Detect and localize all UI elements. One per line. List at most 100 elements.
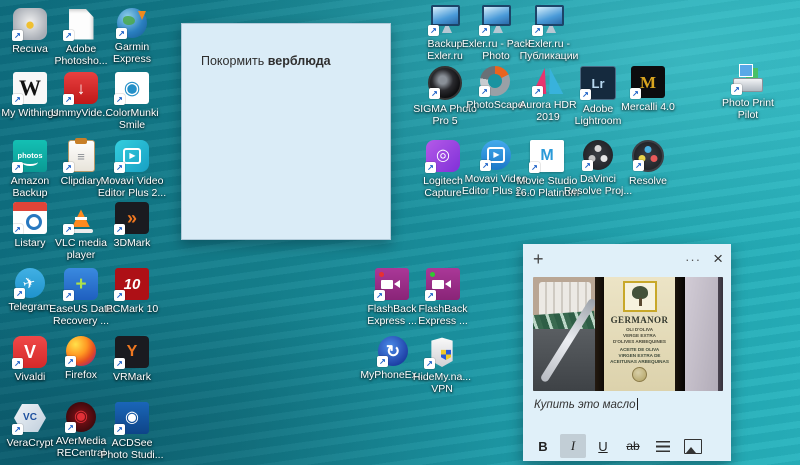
close-button[interactable]: ×	[713, 249, 723, 269]
desktop-icon-resolve[interactable]: ↗ Resolve	[610, 140, 686, 187]
photo-bottle: GERMANOR OLI D'OLIVA VERGE EXTRA D'OLIVE…	[595, 277, 685, 391]
desktop-icon-colormunki-smile[interactable]: ◉↗ ColorMunki Smile	[94, 72, 170, 132]
bottle-seal-icon	[632, 367, 647, 382]
desktop-icon-3dmark[interactable]: »↗ 3DMark	[94, 202, 170, 249]
shortcut-arrow-icon: ↗	[114, 224, 125, 235]
shortcut-arrow-icon: ↗	[479, 86, 490, 97]
icon-label: 3DMark	[94, 237, 170, 249]
underline-button[interactable]: U	[590, 434, 616, 458]
shortcut-arrow-icon: ↗	[114, 358, 125, 369]
desktop-icon-garmin-express[interactable]: ↗ Garmin Express	[94, 8, 170, 66]
icon-label: HideMy.na... VPN	[404, 371, 480, 396]
record-icon: ◉↗	[66, 402, 96, 432]
vrmark-icon: Y↗	[115, 336, 149, 368]
icon-label: Photo Print Pilot	[710, 97, 786, 122]
shortcut-arrow-icon: ↗	[63, 94, 74, 105]
menu-button[interactable]: ···	[685, 252, 701, 267]
desktop-icon-mercalli[interactable]: M↗ Mercalli 4.0	[610, 66, 686, 113]
desktop-icon-hidemyname-vpn[interactable]: ↗ HideMy.na... VPN	[404, 336, 480, 396]
shortcut-arrow-icon: ↗	[65, 422, 76, 433]
shortcut-arrow-icon: ↗	[116, 28, 127, 39]
bold-button[interactable]: B	[530, 434, 556, 458]
video-camera-icon: ▶↗	[115, 140, 149, 172]
note-text-area[interactable]: Покормить верблюда	[182, 24, 390, 68]
shortcut-arrow-icon: ↗	[12, 30, 23, 41]
shortcut-arrow-icon: ↗	[731, 84, 742, 95]
olive-tree-emblem-icon	[623, 281, 657, 312]
recovery-case-icon: +↗	[64, 268, 98, 300]
shortcut-arrow-icon: ↗	[582, 160, 593, 171]
shortcut-arrow-icon: ↗	[425, 162, 436, 173]
note-text-area[interactable]: Купить это масло	[534, 398, 638, 411]
desktop-icon-flashback-express-2[interactable]: ↗ FlashBack Express ...	[405, 268, 481, 328]
desktop-icon-pcmark-10[interactable]: 10↗ PCMark 10	[94, 268, 170, 315]
shortcut-arrow-icon: ↗	[63, 224, 74, 235]
image-icon	[684, 439, 702, 454]
shortcut-arrow-icon: ↗	[529, 162, 540, 173]
sticky-note-oil[interactable]: + ··· × GERMANOR OLI D'OLIVA VERGE EXTRA…	[523, 244, 731, 461]
shortcut-arrow-icon: ↗	[12, 162, 23, 173]
desktop-icon-photo-print-pilot[interactable]: ↗ Photo Print Pilot	[710, 64, 786, 122]
movie-camera-icon: ↗	[375, 268, 409, 300]
shortcut-arrow-icon: ↗	[377, 356, 388, 367]
icon-label: PCMark 10	[94, 303, 170, 315]
shortcut-arrow-icon: ↗	[63, 162, 74, 173]
shortcut-arrow-icon: ↗	[480, 160, 491, 171]
globe-icon: ↗	[117, 8, 147, 38]
bottle-brand: GERMANOR	[611, 315, 669, 325]
3dmark-icon: »↗	[115, 202, 149, 234]
italic-button[interactable]: I	[560, 434, 586, 458]
monitor-sync-icon: ↗	[480, 5, 512, 35]
bottle-label-text-catalan: OLI D'OLIVA VERGE EXTRA D'OLIVES ARBEQUI…	[613, 327, 666, 345]
desktop-icon-acdsee[interactable]: ◉↗ ACDSee Photo Studi...	[94, 402, 170, 462]
colormunki-icon: ◉↗	[115, 72, 149, 104]
withings-icon: W↗	[13, 72, 47, 104]
bottle-label-text-spanish: ACEITE DE OLIVA VIRGEN EXTRA DE ACEITUNA…	[610, 347, 669, 365]
bottle-label: GERMANOR OLI D'OLIVA VERGE EXTRA D'OLIVE…	[604, 277, 675, 391]
amazon-photos-icon: photos↗	[13, 140, 47, 172]
bullet-list-button[interactable]	[650, 434, 676, 458]
icon-label: Movavi Video Editor Plus 2...	[94, 175, 170, 200]
shortcut-arrow-icon: ↗	[630, 88, 641, 99]
icon-label: ColorMunki Smile	[94, 107, 170, 132]
shortcut-arrow-icon: ↗	[14, 288, 25, 299]
mercalli-icon: M↗	[631, 66, 665, 98]
note-text-bold: верблюда	[268, 54, 331, 68]
shortcut-arrow-icon: ↗	[429, 88, 440, 99]
shortcut-arrow-icon: ↗	[114, 290, 125, 301]
strikethrough-button[interactable]: ab	[620, 434, 646, 458]
shortcut-arrow-icon: ↗	[12, 94, 23, 105]
note-text-regular: Покормить	[201, 54, 268, 68]
shortcut-arrow-icon: ↗	[65, 356, 76, 367]
note-header: + ··· ×	[523, 244, 731, 274]
color-clover-icon: ↗	[632, 140, 664, 172]
shutter-icon: ◉↗	[115, 402, 149, 434]
vivaldi-icon: V↗	[13, 336, 47, 368]
insert-image-button[interactable]	[680, 434, 706, 458]
traffic-cone-icon: ▲↗	[64, 202, 98, 234]
note-photo-olive-oil[interactable]: GERMANOR OLI D'OLIVA VERGE EXTRA D'OLIVE…	[533, 277, 723, 391]
shortcut-arrow-icon: ↗	[532, 25, 543, 36]
printer-icon: ↗	[732, 64, 764, 94]
photo-doorframe	[718, 277, 723, 391]
new-note-button[interactable]: +	[533, 249, 544, 270]
icon-label: Resolve	[610, 175, 686, 187]
shortcut-arrow-icon: ↗	[428, 25, 439, 36]
desktop-icon-vrmark[interactable]: Y↗ VRMark	[94, 336, 170, 383]
ring-icon: ↗	[480, 66, 510, 96]
search-window-icon: ↗	[13, 202, 47, 234]
desktop-icon-exler-publications[interactable]: ↗ Exler.ru - Публикации	[511, 5, 587, 63]
shortcut-arrow-icon: ↗	[12, 358, 23, 369]
desktop-icon-movavi-video-editor[interactable]: ▶↗ Movavi Video Editor Plus 2...	[94, 140, 170, 200]
note-text: Купить это масло	[534, 399, 636, 411]
note-toolbar: B I U ab	[523, 431, 731, 461]
shortcut-arrow-icon: ↗	[63, 30, 74, 41]
shortcut-arrow-icon: ↗	[114, 162, 125, 173]
icon-label: ACDSee Photo Studi...	[94, 437, 170, 462]
shortcut-arrow-icon: ↗	[114, 94, 125, 105]
firefox-icon: ↗	[66, 336, 96, 366]
sticky-note-camel[interactable]: Покормить верблюда	[181, 23, 391, 240]
mountain-a-icon: ↗	[533, 66, 563, 96]
play-dot-icon	[430, 272, 435, 277]
shortcut-arrow-icon: ↗	[532, 86, 543, 97]
